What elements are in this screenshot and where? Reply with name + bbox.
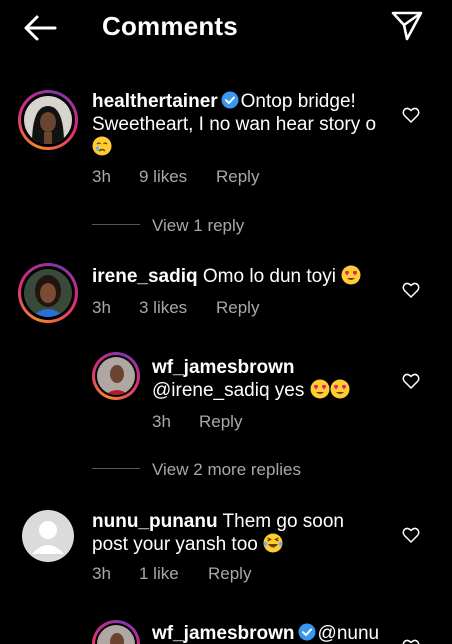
heart-eyes-emoji-icon (341, 265, 361, 285)
comment-time: 3h (92, 564, 111, 583)
likes-count[interactable]: 9 likes (139, 167, 187, 187)
likes-count[interactable]: 3 likes (139, 298, 187, 318)
comment-body: Ontop bridge! (240, 91, 356, 112)
comment-body: Omo lo dun toyi (202, 266, 336, 287)
comment-text: healthertainer Ontop bridge! Sweetheart, … (92, 90, 392, 159)
avatar[interactable] (92, 620, 140, 644)
comment-body-line2: post your yansh too (92, 534, 258, 555)
like-heart-icon[interactable] (402, 106, 420, 124)
reply-item: wf_jamesbrown @irene_sadiq yes 3h Reply (0, 346, 452, 446)
comment-time: 3h (92, 298, 111, 317)
reply-button[interactable]: Reply (216, 167, 259, 187)
reply-item: wf_jamesbrown @nunu (0, 614, 452, 644)
comment-time: 3h (92, 167, 111, 186)
heart-eyes-emoji-icon (330, 379, 350, 399)
reply-button[interactable]: Reply (208, 564, 251, 584)
reply-username[interactable]: wf_jamesbrown (152, 623, 295, 644)
avatar[interactable] (92, 352, 140, 400)
avatar[interactable] (18, 263, 78, 323)
comment-item: nunu_punanu Them go soon post your yansh… (0, 504, 452, 604)
view-replies-link[interactable]: View 1 reply (152, 216, 244, 236)
likes-count[interactable]: 1 like (139, 564, 179, 584)
crying-face-emoji-icon (92, 136, 112, 156)
verified-badge-icon (298, 623, 316, 641)
comment-username[interactable]: irene_sadiq (92, 266, 198, 287)
reply-body: @irene_sadiq yes (152, 380, 305, 401)
reply-button[interactable]: Reply (199, 412, 242, 432)
comment-body: Them go soon (222, 511, 344, 532)
comment-item: healthertainer Ontop bridge! Sweetheart, … (0, 84, 452, 249)
avatar-photo (97, 625, 135, 644)
avatar-photo (24, 96, 72, 144)
view-more-replies-link[interactable]: View 2 more replies (152, 460, 301, 480)
like-heart-icon[interactable] (402, 281, 420, 299)
divider-line (92, 468, 140, 469)
like-heart-icon[interactable] (402, 638, 420, 644)
avatar-photo (24, 269, 72, 317)
comment-meta: 3h 3 likes Reply (92, 298, 392, 320)
send-icon[interactable] (390, 8, 424, 42)
header-bar: Comments (0, 0, 452, 56)
page-title: Comments (102, 11, 238, 41)
reply-meta: 3h Reply (152, 412, 392, 434)
comment-text: irene_sadiq Omo lo dun toyi (92, 265, 392, 288)
reply-button[interactable]: Reply (216, 298, 259, 318)
laughing-tears-emoji-icon (263, 533, 283, 553)
comment-meta: 3h 1 like Reply (92, 564, 392, 586)
comment-text: nunu_punanu Them go soon post your yansh… (92, 510, 392, 556)
like-heart-icon[interactable] (402, 372, 420, 390)
divider-line (92, 224, 140, 225)
comment-item: irene_sadiq Omo lo dun toyi 3h 3 likes R… (0, 259, 452, 359)
like-heart-icon[interactable] (402, 526, 420, 544)
comment-meta: 3h 9 likes Reply (92, 167, 392, 189)
heart-eyes-emoji-icon (310, 379, 330, 399)
avatar[interactable] (22, 510, 74, 562)
back-arrow-icon[interactable] (22, 14, 58, 42)
verified-badge-icon (221, 91, 239, 109)
reply-body: @nunu (317, 623, 380, 644)
default-user-icon (32, 521, 64, 554)
reply-username[interactable]: wf_jamesbrown (152, 357, 295, 378)
reply-text: wf_jamesbrown @nunu (152, 622, 412, 644)
reply-time: 3h (152, 412, 171, 431)
avatar[interactable] (18, 90, 78, 150)
reply-text: wf_jamesbrown @irene_sadiq yes (152, 356, 392, 402)
avatar-photo (97, 357, 135, 395)
comment-body-line2: Sweetheart, I no wan hear story o (92, 114, 377, 135)
comment-username[interactable]: nunu_punanu (92, 511, 218, 532)
comment-username[interactable]: healthertainer (92, 91, 218, 112)
